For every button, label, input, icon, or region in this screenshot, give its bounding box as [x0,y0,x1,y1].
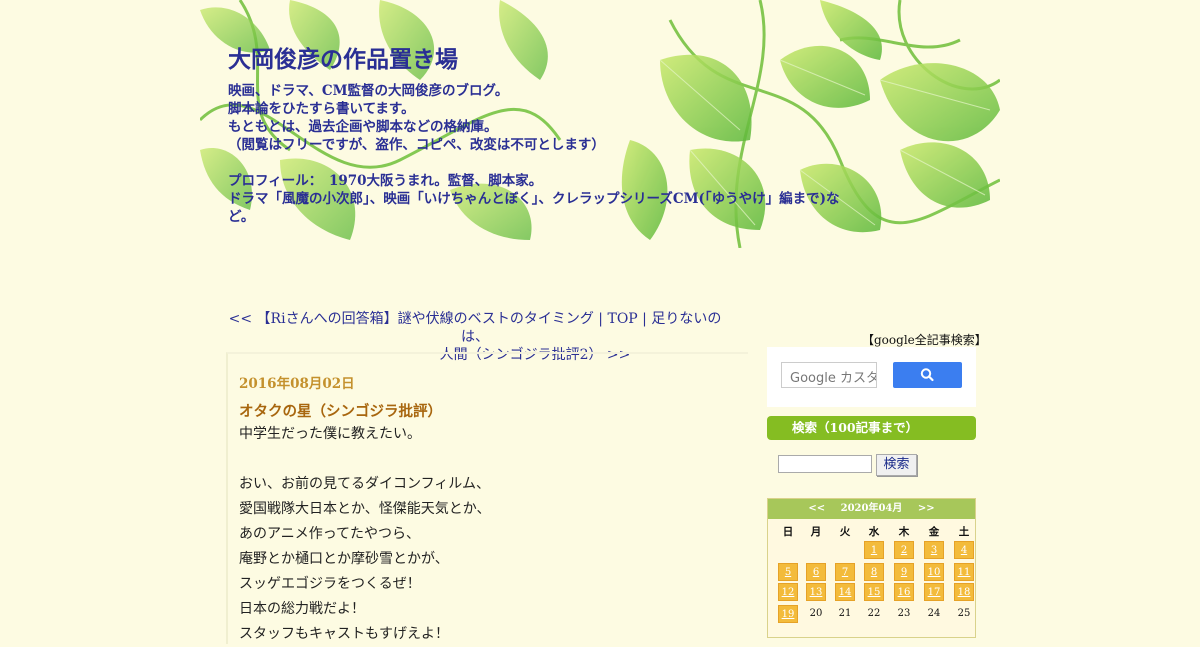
calendar-day-link[interactable]: 19 [778,605,798,623]
search-section-heading: 検索（100記事まで） [767,416,976,440]
body-line: 庵野とか樋口とか摩砂雪とかが、 [239,551,449,567]
calendar-weekday: 火 [839,526,851,538]
nav-separator: | [593,311,608,327]
body-line: 日本の総力戦だよ！ [239,601,365,617]
desc-line: 脚本論をひたすら書いてます。 [228,101,415,117]
google-search-box: Google カスタム検索 [767,347,976,407]
calendar-day-link[interactable]: 11 [954,563,974,581]
calendar-month: 2020年04月 [840,503,903,514]
calendar-day-link[interactable]: 15 [864,583,884,601]
blog-header: 大岡俊彦の作品置き場 映画、ドラマ、CM監督の大岡俊彦のブログ。 脚本論をひたす… [200,0,1000,248]
calendar-day-link[interactable]: 8 [864,563,884,581]
blog-entry: 2016年08月02日 オタクの星（シンゴジラ批評） 中学生だった僕に教えたい。… [226,352,748,644]
calendar-day: 24 [927,608,941,619]
calendar-week-row: 19 20 21 22 23 24 25 [772,605,972,627]
body-line: スッゲエゴジラをつくるぜ！ [239,576,421,592]
calendar-day-link[interactable]: 14 [835,583,855,601]
google-search-input[interactable]: Google カスタム検索 [781,362,877,388]
google-search-title: 【google全記事検索】 [862,333,987,347]
desc-line: プロフィール： 1970大阪うまれ。監督、脚本家。 [228,173,543,189]
calendar-day: 25 [957,608,971,619]
calendar-day-link[interactable]: 2 [894,541,914,559]
calendar-weekday: 木 [898,526,910,538]
body-line: 愛国戦隊大日本とか、怪傑能天気とか、 [239,501,491,517]
desc-line: 映画、ドラマ、CM監督の大岡俊彦のブログ。 [228,83,509,99]
body-line: 中学生だった僕に教えたい。 [239,426,421,442]
calendar-day: 20 [809,608,823,619]
blog-title[interactable]: 大岡俊彦の作品置き場 [228,40,458,74]
calendar: << 2020年04月 >> 日月火水木金土 1 2 3 4 5 6 7 8 9 10 11 12 13 1… [767,498,976,638]
nav-separator: | [637,311,652,327]
calendar-weekday: 金 [928,526,940,538]
calendar-day-link[interactable]: 7 [835,563,855,581]
calendar-day-link[interactable]: 10 [924,563,944,581]
calendar-prev-link[interactable]: << [808,503,825,514]
calendar-weekday: 月 [810,526,822,538]
calendar-day-link[interactable]: 16 [894,583,914,601]
search-input[interactable] [778,455,872,473]
body-blank-line [239,447,719,472]
calendar-day-link[interactable]: 13 [806,583,826,601]
calendar-week-row: 5 6 7 8 9 10 11 [772,563,974,585]
calendar-day-link[interactable]: 4 [954,541,974,559]
calendar-day-link[interactable]: 1 [864,541,884,559]
calendar-weekday: 日 [782,526,794,538]
search-icon [920,368,934,382]
calendar-week-row: 1234 [772,541,974,563]
desc-line: （閲覧はフリーですが、盗作、コピペ、改変は不可とします） [228,137,605,153]
calendar-day: 21 [838,608,852,619]
calendar-weekday: 水 [868,526,880,538]
google-search-button[interactable] [893,362,962,388]
entry-date: 2016年08月02日 [239,376,355,392]
body-line: スタッフもキャストもすげえよ！ [239,626,449,642]
calendar-day-link[interactable]: 3 [924,541,944,559]
calendar-day-link[interactable]: 18 [954,583,974,601]
prev-entry-link[interactable]: << 【Riさんへの回答箱】謎や伏線のベストのタイミング [229,311,594,327]
calendar-day-link[interactable]: 5 [778,563,798,581]
calendar-week-row: 12 13 14 15 16 17 18 [772,583,974,605]
calendar-day-link[interactable]: 17 [924,583,944,601]
calendar-day: 23 [897,608,911,619]
top-link[interactable]: TOP [607,311,637,327]
calendar-next-link[interactable]: >> [918,503,935,514]
blog-description: 映画、ドラマ、CM監督の大岡俊彦のブログ。 脚本論をひたすら書いてます。 もとも… [228,82,888,226]
entry-body: 中学生だった僕に教えたい。 おい、お前の見てるダイコンフィルム、 愛国戦隊大日本… [239,422,719,647]
calendar-day-link[interactable]: 9 [894,563,914,581]
desc-spacer [228,154,888,172]
desc-line: ドラマ「風魔の小次郎」、映画「いけちゃんとぼく」、クレラップシリーズCM(「ゆう… [228,191,840,207]
calendar-day-link[interactable]: 12 [778,583,798,601]
calendar-day: 22 [867,608,881,619]
desc-line: ど。 [228,209,255,225]
calendar-header: << 2020年04月 >> [768,499,975,519]
calendar-day-link[interactable]: 6 [806,563,826,581]
search-button[interactable]: 検索 [876,454,917,476]
calendar-weekday: 土 [958,526,970,538]
desc-line: もともとは、過去企画や脚本などの格納庫。 [228,119,498,135]
body-line: おい、お前の見てるダイコンフィルム、 [239,476,491,492]
body-line: あのアニメ作ってたやつら、 [239,526,421,542]
entry-title[interactable]: オタクの星（シンゴジラ批評） [239,400,442,421]
